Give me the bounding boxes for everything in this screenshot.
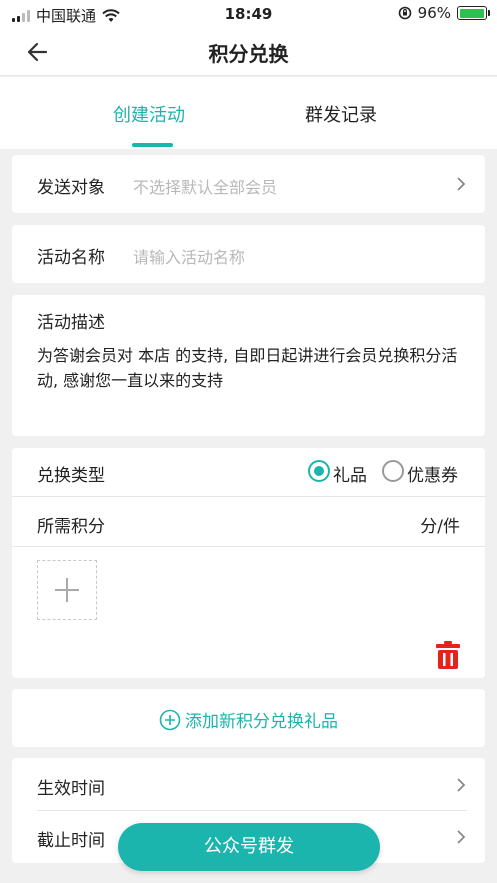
points-unit[interactable]: 分/件: [420, 512, 460, 537]
activity-name-input[interactable]: 请输入活动名称: [133, 244, 245, 268]
end-time-label: 截止时间: [37, 831, 105, 851]
plus-circle-icon: [159, 709, 181, 730]
effective-time-label: 生效时间: [37, 779, 105, 799]
gift-card: 兑换类型 礼品 优惠券 所需积分 分/件: [12, 448, 485, 678]
exchange-type-label: 兑换类型: [37, 466, 105, 486]
add-gift-button[interactable]: 添加新积分兑换礼品: [12, 707, 485, 732]
tab-broadcast-history[interactable]: 群发记录: [305, 101, 377, 127]
chevron-right-icon: [457, 177, 466, 191]
orientation-lock-icon: [398, 6, 411, 20]
description-textarea[interactable]: 为答谢会员对 本店 的支持, 自即日起讲进行会员兑换积分活动, 感谢您一直以来的…: [37, 343, 467, 393]
effective-time-row[interactable]: 生效时间: [12, 758, 485, 810]
send-target-label: 发送对象: [37, 178, 105, 198]
status-bar: 中国联通 18:49 96%: [0, 0, 497, 28]
radio-gift[interactable]: [308, 460, 330, 482]
chevron-right-icon: [457, 830, 466, 844]
broadcast-button[interactable]: 公众号群发: [118, 823, 380, 871]
divider: [12, 496, 485, 497]
chevron-right-icon: [457, 778, 466, 792]
description-label: 活动描述: [37, 313, 105, 333]
radio-gift-label[interactable]: 礼品: [333, 461, 367, 486]
send-target-row[interactable]: 发送对象 不选择默认全部会员: [12, 155, 485, 213]
battery-percent: 96%: [417, 4, 451, 22]
radio-coupon[interactable]: [382, 460, 404, 482]
trash-icon[interactable]: [435, 640, 461, 670]
status-right: 96%: [398, 4, 490, 22]
description-card: 活动描述 为答谢会员对 本店 的支持, 自即日起讲进行会员兑换积分活动, 感谢您…: [12, 295, 485, 436]
tab-create-activity[interactable]: 创建活动: [113, 101, 185, 127]
points-required-label: 所需积分: [37, 517, 105, 537]
add-gift-label: 添加新积分兑换礼品: [185, 712, 338, 732]
battery-icon: [457, 6, 490, 20]
page-title: 积分兑换: [208, 42, 289, 66]
tab-bar: 创建活动 群发记录: [0, 77, 497, 149]
add-image-button[interactable]: [37, 560, 97, 620]
divider: [12, 546, 485, 547]
active-tab-indicator: [132, 143, 173, 147]
nav-bar: 积分兑换: [0, 28, 497, 76]
add-gift-card: 添加新积分兑换礼品: [12, 689, 485, 747]
activity-name-label: 活动名称: [37, 248, 105, 268]
activity-name-row: 活动名称 请输入活动名称: [12, 225, 485, 283]
radio-coupon-label[interactable]: 优惠券: [407, 461, 458, 486]
send-target-placeholder: 不选择默认全部会员: [133, 178, 278, 197]
